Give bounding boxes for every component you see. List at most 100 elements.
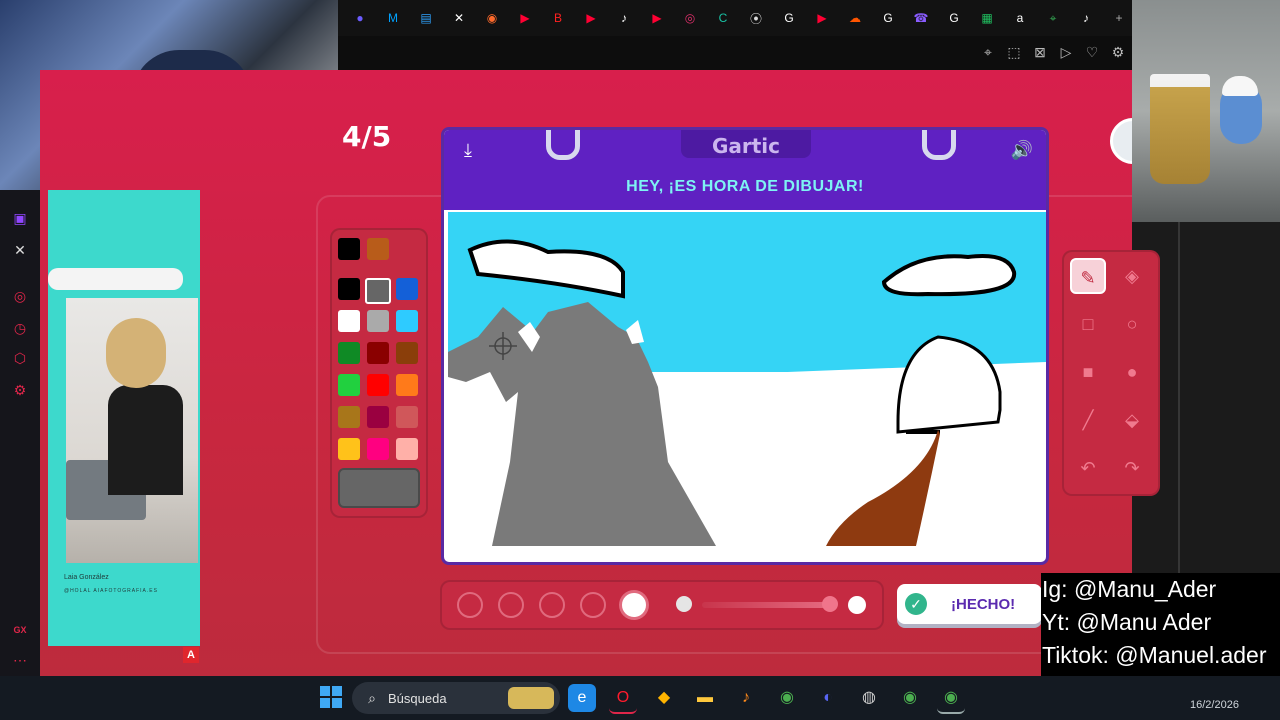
podcast-icon[interactable]: ⦿ — [744, 6, 768, 30]
file-explorer-icon[interactable]: ▬ — [691, 684, 719, 712]
obs-icon[interactable]: ◍ — [855, 684, 883, 712]
circle-outline-icon[interactable]: ○ — [1114, 306, 1150, 342]
edge-icon[interactable]: e — [568, 684, 596, 712]
play-icon[interactable]: ▷ — [1058, 44, 1074, 60]
youtube-icon[interactable]: ▶ — [645, 6, 669, 30]
round-counter: 4/5 — [342, 120, 392, 153]
chrome-icon[interactable]: ◉ — [773, 684, 801, 712]
opacity-max-icon — [848, 596, 866, 614]
panel-search-bar[interactable] — [48, 268, 183, 290]
brave-icon[interactable]: ◆ — [650, 684, 678, 712]
color-swatch[interactable] — [367, 438, 389, 460]
color-swatch[interactable] — [367, 310, 389, 332]
color-swatch[interactable] — [396, 374, 418, 396]
drawing-canvas[interactable] — [448, 212, 1046, 546]
windows-start-icon[interactable] — [320, 686, 342, 708]
color-swatch[interactable] — [396, 438, 418, 460]
tiktok-icon[interactable]: ♪ — [1074, 6, 1098, 30]
brush-size-1[interactable] — [457, 592, 483, 618]
chrome-active-icon[interactable]: ◉ — [937, 684, 965, 714]
color-swatch[interactable] — [367, 342, 389, 364]
pin-icon[interactable]: ⌖ — [980, 44, 996, 60]
extensions-icon[interactable]: ⬡ — [10, 348, 30, 368]
opacity-min-icon — [676, 596, 692, 612]
opacity-slider-handle[interactable] — [822, 596, 838, 612]
fl-studio-icon[interactable]: ♪ — [732, 684, 760, 712]
square-filled-icon[interactable]: ■ — [1070, 354, 1106, 390]
redo-icon[interactable]: ↷ — [1114, 450, 1150, 486]
record-icon[interactable]: ◎ — [10, 286, 30, 306]
color-swatch[interactable] — [338, 438, 360, 460]
panel-badge[interactable]: A — [183, 647, 199, 663]
app-icon[interactable]: ◉ — [480, 6, 504, 30]
color-swatch[interactable] — [338, 342, 360, 364]
close-box-icon[interactable]: ⊠ — [1032, 44, 1048, 60]
brush-size-2[interactable] — [498, 592, 524, 618]
google-icon[interactable]: G — [876, 6, 900, 30]
taskbar-search[interactable]: ⌕ Búsqueda — [352, 682, 560, 714]
m-icon[interactable]: M — [381, 6, 405, 30]
square-outline-icon[interactable]: □ — [1070, 306, 1106, 342]
opacity-slider[interactable] — [702, 602, 830, 608]
color-swatch[interactable] — [367, 374, 389, 396]
maps-icon[interactable]: ⌖ — [1041, 6, 1065, 30]
heart-icon[interactable]: ♡ — [1084, 44, 1100, 60]
instagram-icon[interactable]: ◎ — [678, 6, 702, 30]
brush-size-5[interactable] — [622, 593, 646, 617]
discord-icon[interactable]: ◐ — [814, 684, 842, 712]
plus-icon[interactable]: + — [1107, 6, 1131, 30]
browser-toolbar: ⌖ ⬚ ⊠ ▷ ♡ ⚙ — [338, 36, 1132, 70]
opera-gx-icon[interactable]: O — [609, 684, 637, 714]
youtube-icon[interactable]: ▶ — [579, 6, 603, 30]
dot-icon[interactable]: ● — [348, 6, 372, 30]
search-highlight-image — [508, 687, 554, 709]
twitch-icon[interactable]: ▣ — [10, 208, 30, 228]
eraser-icon[interactable]: ◈ — [1114, 258, 1150, 294]
fill-bucket-icon[interactable]: ⬙ — [1114, 402, 1150, 438]
color-swatch[interactable] — [396, 342, 418, 364]
color-swatch[interactable] — [338, 278, 360, 300]
color-swatch[interactable] — [396, 310, 418, 332]
screenshot-icon[interactable]: ⬚ — [1006, 44, 1022, 60]
color-swatch[interactable] — [396, 406, 418, 428]
color-swatch[interactable] — [338, 238, 360, 260]
youtube-icon[interactable]: ▶ — [810, 6, 834, 30]
more-icon[interactable]: ⋯ — [10, 650, 30, 670]
b-icon[interactable]: B — [546, 6, 570, 30]
color-swatch[interactable] — [338, 310, 360, 332]
slides-icon[interactable]: ▤ — [414, 6, 438, 30]
color-swatch[interactable] — [396, 278, 418, 300]
done-button[interactable]: ✓ ¡HECHO! — [897, 584, 1042, 624]
done-button-label: ¡HECHO! — [951, 595, 1016, 613]
gx-icon[interactable]: GX — [10, 620, 30, 640]
side-panel-page[interactable]: Laia González @HOLAL AIAFOTOGRAFIA.ES — [48, 190, 200, 646]
phone-icon[interactable]: ☎ — [909, 6, 933, 30]
pencil-icon[interactable]: ✎ — [1070, 258, 1106, 294]
gift-icon[interactable]: ▦ — [975, 6, 999, 30]
undo-icon[interactable]: ↶ — [1070, 450, 1106, 486]
youtube-icon[interactable]: ▶ — [513, 6, 537, 30]
x-icon[interactable]: ✕ — [447, 6, 471, 30]
amazon-icon[interactable]: a — [1008, 6, 1032, 30]
download-icon[interactable]: ⤓ — [456, 138, 480, 162]
extension-icon[interactable]: ⚙ — [1110, 44, 1126, 60]
color-swatch[interactable] — [367, 406, 389, 428]
color-swatch[interactable] — [365, 278, 391, 304]
tiktok-icon[interactable]: ♪ — [612, 6, 636, 30]
line-icon[interactable]: ╱ — [1070, 402, 1106, 438]
color-swatch[interactable] — [338, 374, 360, 396]
circle-filled-icon[interactable]: ● — [1114, 354, 1150, 390]
brush-size-4[interactable] — [580, 592, 606, 618]
brush-size-3[interactable] — [539, 592, 565, 618]
x-icon[interactable]: ✕ — [10, 240, 30, 260]
google-icon[interactable]: G — [777, 6, 801, 30]
canva-icon[interactable]: C — [711, 6, 735, 30]
google-icon[interactable]: G — [942, 6, 966, 30]
sound-icon[interactable]: 🔊 — [1010, 138, 1034, 162]
settings-icon[interactable]: ⚙ — [10, 380, 30, 400]
color-swatch[interactable] — [338, 406, 360, 428]
chrome-profile-icon[interactable]: ◉ — [896, 684, 924, 712]
soundcloud-icon[interactable]: ☁ — [843, 6, 867, 30]
color-swatch[interactable] — [367, 238, 389, 260]
history-icon[interactable]: ◷ — [10, 318, 30, 338]
